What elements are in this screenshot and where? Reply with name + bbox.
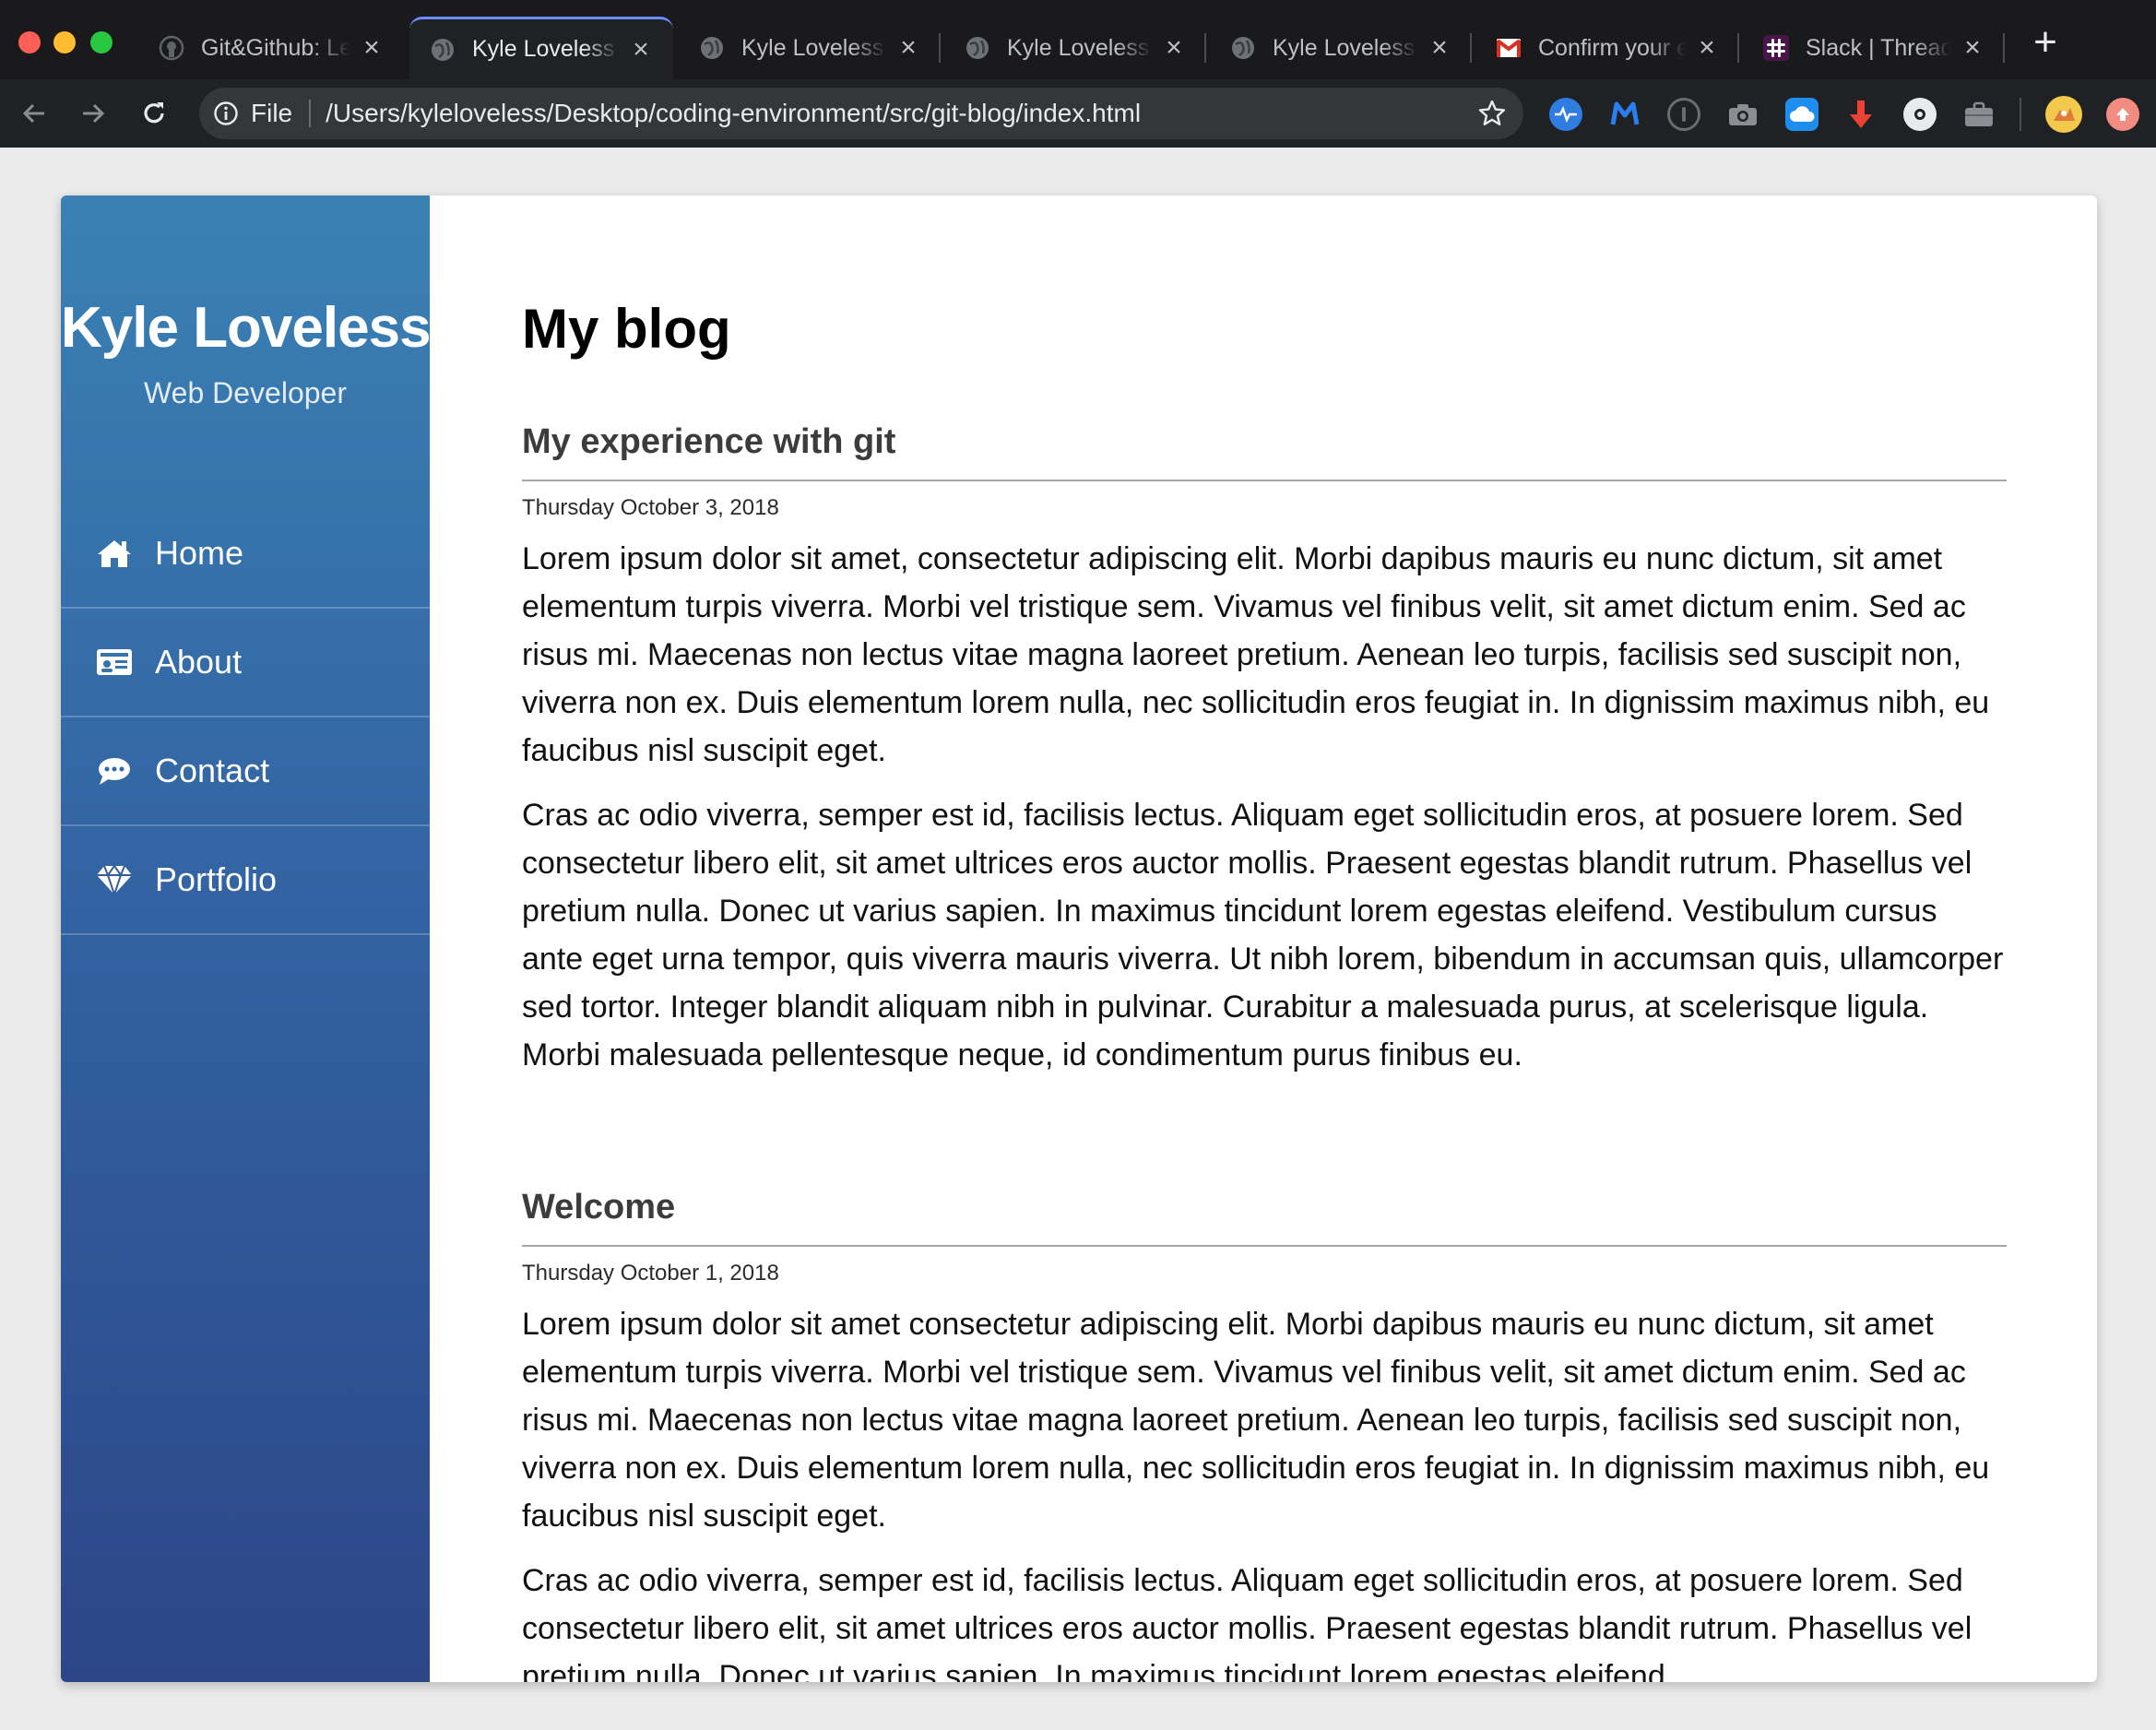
omnibox-divider xyxy=(309,100,312,127)
minimize-window-button[interactable] xyxy=(53,31,76,53)
onepassword-icon[interactable] xyxy=(1667,98,1700,131)
profile-avatar[interactable] xyxy=(2045,96,2082,133)
back-button[interactable] xyxy=(13,92,55,135)
site-name[interactable]: Kyle Loveless xyxy=(61,295,432,361)
tab-title: Kyle Loveless - Blog xyxy=(1273,34,1418,61)
reload-icon xyxy=(144,102,164,124)
sidebar-item-about[interactable]: About xyxy=(61,609,430,717)
sidebar-item-label: Home xyxy=(155,534,244,572)
close-tab-icon[interactable]: × xyxy=(1162,34,1186,62)
post-paragraph: Lorem ipsum dolor sit amet consectetur a… xyxy=(522,1307,1990,1534)
globe-icon xyxy=(430,37,456,63)
arrow-right-icon xyxy=(83,103,105,124)
close-tab-icon[interactable]: × xyxy=(896,34,920,62)
malwarebytes-icon[interactable] xyxy=(1608,98,1641,131)
blog-post: Welcome Thursday October 1, 2018 Lorem i… xyxy=(522,1179,2007,1682)
activity-icon[interactable] xyxy=(1549,98,1582,131)
sidebar-item-portfolio[interactable]: Portfolio xyxy=(61,826,430,935)
post-title[interactable]: Welcome xyxy=(522,1179,2007,1247)
post-paragraph: Lorem ipsum dolor sit amet, consectetur … xyxy=(522,541,1990,768)
globe-icon xyxy=(1230,35,1256,61)
tab-title: Confirm your email xyxy=(1538,34,1686,61)
close-tab-icon[interactable]: × xyxy=(360,34,384,62)
post-paragraph: Cras ac odio viverra, semper est id, fac… xyxy=(522,1563,1972,1682)
tab-separator xyxy=(2003,33,2005,63)
tab-separator xyxy=(1470,33,1472,63)
sidebar-item-contact[interactable]: Contact xyxy=(61,717,430,826)
home-icon xyxy=(96,537,133,570)
tab-gmail-confirm[interactable]: Confirm your email × xyxy=(1475,17,1739,79)
sidebar-item-label: Portfolio xyxy=(155,860,278,898)
sidebar-item-label: About xyxy=(155,643,243,681)
page-title: My blog xyxy=(522,298,731,360)
briefcase-icon[interactable] xyxy=(1962,98,1996,131)
scheme-label: File xyxy=(251,99,293,127)
blog-post: My experience with git Thursday October … xyxy=(522,413,2007,1079)
post-title[interactable]: My experience with git xyxy=(522,413,2007,481)
github-icon xyxy=(159,35,184,61)
forward-button[interactable] xyxy=(72,92,114,135)
site-tagline: Web Developer xyxy=(144,376,347,409)
slack-icon xyxy=(1763,35,1789,61)
toolbar-separator xyxy=(2020,98,2021,131)
tab-separator xyxy=(939,33,941,63)
tab-kyle-loveless-active[interactable]: Kyle Loveless - Blog × xyxy=(409,17,673,79)
gmail-icon xyxy=(1496,35,1522,61)
post-date: Thursday October 1, 2018 xyxy=(522,1261,779,1286)
sidebar-item-home[interactable]: Home xyxy=(61,500,430,609)
browser-chrome: Git&Github: Learn × Kyle Loveless - Blog… xyxy=(0,0,2156,148)
tab-kyle-loveless[interactable]: Kyle Loveless - Blog × xyxy=(679,17,941,79)
info-icon[interactable] xyxy=(212,100,240,127)
arrow-left-icon xyxy=(22,103,44,124)
browser-toolbar: File /Users/kyleloveless/Desktop/coding-… xyxy=(0,79,2156,148)
tab-git-github[interactable]: Git&Github: Learn × xyxy=(138,17,404,79)
sidebar: Kyle Loveless Web Developer Home About C… xyxy=(61,196,432,1682)
update-icon[interactable] xyxy=(2106,98,2139,131)
download-arrow-icon[interactable] xyxy=(1844,98,1878,131)
sidebar-nav: Home About Contact Portfolio xyxy=(61,500,430,935)
close-tab-icon[interactable]: × xyxy=(629,35,653,63)
globe-icon xyxy=(699,35,725,61)
new-tab-button[interactable]: + xyxy=(2029,22,2062,63)
tab-title: Kyle Loveless - Blog xyxy=(741,34,887,61)
diamond-icon xyxy=(96,863,133,896)
close-tab-icon[interactable]: × xyxy=(1961,34,1984,62)
post-paragraph: Cras ac odio viverra, semper est id, fac… xyxy=(522,798,2004,1072)
close-tab-icon[interactable]: × xyxy=(1695,34,1719,62)
tab-separator xyxy=(1204,33,1206,63)
page-card: Kyle Loveless Web Developer Home About C… xyxy=(61,196,2097,1682)
camera-icon[interactable] xyxy=(1726,98,1759,131)
tab-kyle-loveless[interactable]: Kyle Loveless - Blog × xyxy=(1210,17,1472,79)
tab-title: Slack | Threads xyxy=(1806,34,1951,61)
tab-slack-threads[interactable]: Slack | Threads × xyxy=(1743,17,2005,79)
maximize-window-button[interactable] xyxy=(90,31,113,53)
globe-icon xyxy=(965,35,990,61)
url-text[interactable]: /Users/kyleloveless/Desktop/coding-envir… xyxy=(326,99,1474,128)
tab-kyle-loveless[interactable]: Kyle Loveless - Blog × xyxy=(944,17,1206,79)
close-tab-icon[interactable]: × xyxy=(1427,34,1451,62)
comment-icon xyxy=(96,754,133,788)
cloud-icon[interactable] xyxy=(1785,98,1818,131)
tab-title: Git&Github: Learn xyxy=(201,34,350,61)
bookmark-star-icon[interactable] xyxy=(1474,95,1510,132)
sidebar-item-label: Contact xyxy=(155,752,270,789)
reload-button[interactable] xyxy=(133,92,175,135)
tab-title: Kyle Loveless - Blog xyxy=(1007,34,1153,61)
tab-strip: Git&Github: Learn × Kyle Loveless - Blog… xyxy=(0,0,2156,79)
id-card-icon xyxy=(96,646,133,679)
tab-separator xyxy=(1737,33,1739,63)
circle-icon[interactable] xyxy=(1903,98,1937,131)
post-date: Thursday October 3, 2018 xyxy=(522,495,779,520)
close-window-button[interactable] xyxy=(18,31,41,53)
address-bar[interactable]: File /Users/kyleloveless/Desktop/coding-… xyxy=(199,88,1523,139)
tab-title: Kyle Loveless - Blog xyxy=(472,36,620,62)
